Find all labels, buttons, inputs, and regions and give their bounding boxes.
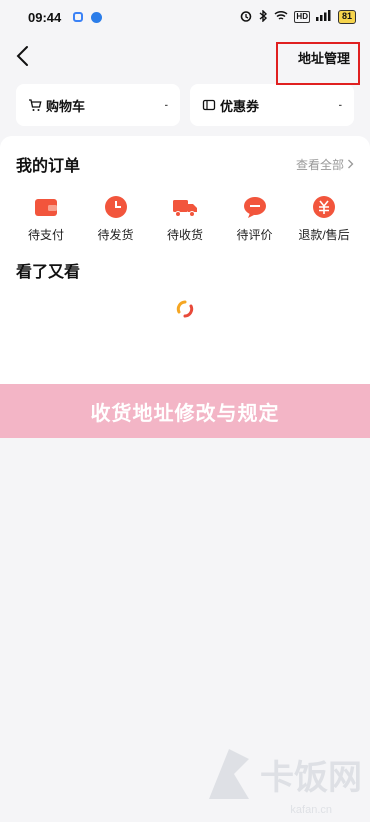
order-status-list: 待支付 待发货 待收货 待评价 退款/售后: [0, 176, 370, 243]
order-pending-shipment[interactable]: 待发货: [88, 194, 144, 243]
cart-icon: [28, 98, 42, 112]
orders-title: 我的订单: [16, 158, 81, 175]
coupon-icon: [202, 98, 216, 112]
loading-spinner-icon: [176, 300, 194, 318]
coupon-dropdown[interactable]: 优惠券 -: [190, 84, 354, 126]
nav-bar: 地址管理: [0, 34, 370, 85]
status-right: HD 81: [240, 8, 356, 25]
chevron-down-icon: -: [338, 99, 342, 111]
wifi-icon: [274, 10, 288, 24]
address-manage-button[interactable]: 地址管理: [275, 42, 360, 85]
orders-card: 我的订单 查看全部 待支付 待发货 待收货 待评价 退款/售后 看了又看: [0, 136, 370, 384]
order-pending-review[interactable]: 待评价: [227, 194, 283, 243]
back-button[interactable]: [12, 44, 36, 68]
watermark-text: 卡饭网: [260, 758, 362, 797]
coupon-label: 优惠券: [220, 98, 260, 114]
view-all-link[interactable]: 查看全部: [296, 156, 354, 173]
watermark-logo-icon: [209, 749, 249, 799]
title-banner: 收货地址修改与规定: [0, 384, 370, 438]
banner-text: 收货地址修改与规定: [90, 402, 280, 425]
order-label: 待收货: [166, 228, 203, 242]
watermark-sub: kafan.cn: [290, 804, 332, 816]
order-label: 待发货: [97, 228, 134, 242]
chevron-right-icon: [348, 159, 354, 169]
order-label: 待支付: [27, 228, 64, 242]
order-pending-payment[interactable]: 待支付: [18, 194, 74, 243]
signal-icon: [315, 10, 332, 24]
cart-label: 购物车: [46, 98, 86, 114]
order-label: 待评价: [236, 228, 273, 242]
order-refund-aftersale[interactable]: 退款/售后: [296, 194, 352, 243]
battery-indicator: 81: [337, 10, 356, 24]
watermark: 卡饭网 kafan.cn: [204, 744, 362, 816]
app-notification-icon: [73, 12, 84, 22]
cart-dropdown[interactable]: 购物车 -: [16, 84, 180, 126]
order-label: 退款/售后: [298, 228, 350, 242]
view-all-label: 查看全部: [295, 157, 344, 172]
truck-icon: [173, 200, 197, 217]
comment-icon: [243, 197, 266, 218]
app-notification-icon-2: [91, 11, 103, 23]
alarm-icon: [240, 10, 252, 25]
selector-row: 购物车 - 优惠券 -: [0, 80, 370, 126]
clock-icon: [104, 196, 127, 218]
address-manage-label: 地址管理: [297, 51, 350, 66]
status-bar: 09:44 HD 81: [0, 0, 370, 34]
bluetooth-icon: [258, 8, 268, 25]
order-pending-receipt[interactable]: 待收货: [157, 194, 213, 243]
wallet-icon: [35, 199, 57, 216]
status-time: 09:44: [28, 9, 62, 25]
refund-icon: [313, 196, 335, 218]
hd-icon: HD: [294, 11, 310, 23]
chevron-down-icon: -: [164, 99, 168, 111]
seen-section-title: 看了又看: [16, 264, 81, 281]
back-arrow-icon: [16, 46, 28, 66]
